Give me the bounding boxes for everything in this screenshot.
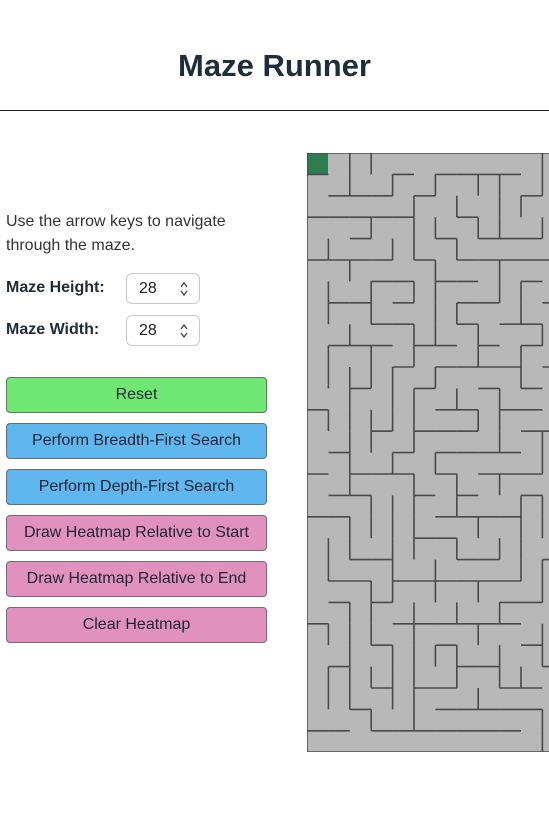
maze-width-input[interactable]: 28 [126,315,200,346]
heatmap-end-button[interactable]: Draw Heatmap Relative to End [6,561,267,597]
maze-width-value: 28 [139,322,157,339]
maze-grid [307,153,549,752]
maze-height-value: 28 [139,280,157,297]
maze-height-row: Maze Height: 28 [6,273,266,305]
instructions-text: Use the arrow keys to navigate through t… [6,213,226,254]
bfs-button[interactable]: Perform Breadth-First Search [6,423,267,459]
dfs-button[interactable]: Perform Depth-First Search [6,469,267,505]
reset-button[interactable]: Reset [6,377,267,413]
maze-height-label: Maze Height: [6,279,105,296]
maze-width-row: Maze Width: 28 [6,315,266,347]
page-title: Maze Runner [178,48,371,83]
clear-heatmap-button[interactable]: Clear Heatmap [6,607,267,643]
spinner-icon[interactable] [179,280,189,298]
heatmap-start-button[interactable]: Draw Heatmap Relative to Start [6,515,267,551]
maze-width-label: Maze Width: [6,321,100,338]
header-bar: Maze Runner [0,0,549,111]
spinner-icon[interactable] [179,322,189,340]
maze-canvas[interactable] [307,153,549,752]
player-marker [307,153,328,174]
maze-height-input[interactable]: 28 [126,273,200,304]
